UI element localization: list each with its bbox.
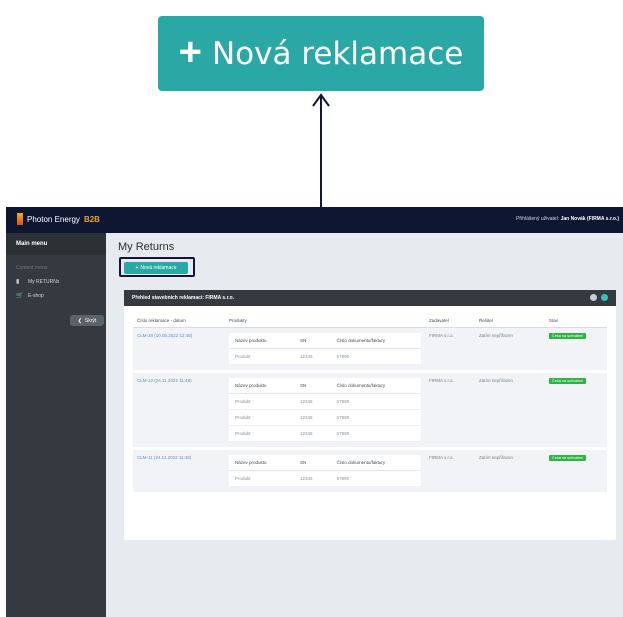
claim-link[interactable]: CLM-12 (24.11.2022 11:48) <box>133 372 225 449</box>
product-name: Produkt <box>229 470 294 487</box>
col-products[interactable]: Produkty <box>225 314 425 328</box>
col-requester[interactable]: Zadavatel <box>425 314 475 328</box>
status-badge: Čeká na schválení <box>549 455 587 461</box>
product-name: Produkt <box>229 425 294 442</box>
col-claim[interactable]: Číslo reklamace - datum <box>133 314 225 328</box>
solver-cell: Zatím nepřiřazen <box>479 455 514 460</box>
product-name: Produkt <box>229 393 294 410</box>
status-badge: Čeká na schválení <box>549 378 587 384</box>
returns-table: Číslo reklamace - datum Produkty Zadavat… <box>133 314 607 495</box>
cart-icon: 🛒 <box>16 293 24 299</box>
col-status[interactable]: Stav <box>545 314 607 328</box>
sidebar-item-label: E-shop <box>28 293 44 299</box>
user-prefix: Přihlášený uživatel: <box>516 216 560 222</box>
sidebar-item-eshop[interactable]: 🛒 E-shop <box>6 289 106 303</box>
new-return-button[interactable]: + Nová reklamace <box>124 262 188 274</box>
claim-link[interactable]: CLM-28 (10.05.2022 12:49) <box>133 328 225 372</box>
product-sn: 12345 <box>294 393 331 410</box>
plus-icon: + <box>178 29 202 74</box>
product-doc: 67890 <box>330 409 421 426</box>
product-name: Produkt <box>229 348 294 365</box>
refresh-card-icon[interactable] <box>601 294 608 301</box>
collapse-label: Skrýt <box>84 317 97 324</box>
plus-icon: + <box>135 265 139 271</box>
requester-cell: FIRMA s.r.o. <box>429 455 454 460</box>
callout-label: Nová reklamace <box>211 35 464 72</box>
user-info: Přihlášený uživatel: Jan Novák (FIRMA s.… <box>516 216 619 222</box>
product-sn: 12345 <box>294 348 331 365</box>
top-bar: Photon Energy B2B Přihlášený uživatel: J… <box>6 207 623 233</box>
status-cell: Čeká na schválení <box>545 449 607 494</box>
products-table: Název produktu SN Číslo dokumentu/faktur… <box>229 455 421 487</box>
product-doc: 67890 <box>330 470 421 487</box>
chevron-left-icon: ❮ <box>77 317 82 324</box>
product-sn: 12345 <box>294 470 331 487</box>
status-cell: Čeká na schválení <box>545 372 607 449</box>
products-table: Název produktu SN Číslo dokumentu/faktur… <box>229 333 421 365</box>
status-badge: Čeká na schválení <box>549 333 587 339</box>
col-product-name: Název produktu <box>229 455 294 471</box>
logo-icon <box>17 213 23 225</box>
product-row: Produkt 12345 67890 <box>229 425 421 442</box>
brand-name: Photon Energy <box>27 214 80 224</box>
products-cell: Název produktu SN Číslo dokumentu/faktur… <box>225 328 425 372</box>
main-menu-heading: Main menu <box>6 233 106 255</box>
card-title: Přehled stavebních reklamací: FIRMA s.r.… <box>132 295 235 301</box>
main-content: My Returns + Nová reklamace Přehled stav… <box>106 233 623 617</box>
solver-cell: Zatím nepřiřazen <box>479 333 514 338</box>
requester-cell: FIRMA s.r.o. <box>429 333 454 338</box>
product-sn: 12345 <box>294 425 331 442</box>
table-row[interactable]: CLM-28 (10.05.2022 12:49) Název produktu… <box>133 327 607 372</box>
card-header: Přehled stavebních reklamací: FIRMA s.r.… <box>124 290 616 306</box>
products-cell: Název produktu SN Číslo dokumentu/faktur… <box>225 449 425 494</box>
product-row: Produkt 12345 67890 <box>229 409 421 426</box>
page-title: My Returns <box>118 241 175 253</box>
col-product-name: Název produktu <box>229 378 294 394</box>
table-row[interactable]: CLM-11 (24.11.2022 11:48) Název produktu… <box>133 448 607 494</box>
requester-cell: FIRMA s.r.o. <box>429 378 454 383</box>
col-doc: Číslo dokumentu/faktury <box>330 378 421 394</box>
sidebar-item-my-returns[interactable]: ▮ My RETURNs <box>6 275 106 289</box>
collapse-card-icon[interactable] <box>590 294 597 301</box>
product-doc: 67890 <box>330 425 421 442</box>
product-doc: 67890 <box>330 393 421 410</box>
col-product-name: Název produktu <box>229 333 294 349</box>
product-row: Produkt 12345 67890 <box>229 348 421 365</box>
app-window: Photon Energy B2B Přihlášený uživatel: J… <box>6 207 623 617</box>
col-sn: SN <box>294 333 331 349</box>
col-doc: Číslo dokumentu/faktury <box>330 333 421 349</box>
sidebar-item-label: My RETURNs <box>28 279 60 285</box>
col-doc: Číslo dokumentu/faktury <box>330 455 421 471</box>
product-row: Produkt 12345 67890 <box>229 393 421 410</box>
collapse-sidebar-button[interactable]: ❮ Skrýt <box>70 315 104 326</box>
returns-card: Přehled stavebních reklamací: FIRMA s.r.… <box>124 290 616 540</box>
claim-link[interactable]: CLM-11 (24.11.2022 11:48) <box>133 449 225 494</box>
brand-suffix: B2B <box>83 214 100 224</box>
product-doc: 67890 <box>330 348 421 365</box>
logo[interactable]: Photon Energy B2B <box>17 213 100 225</box>
product-row: Produkt 12345 67890 <box>229 470 421 487</box>
col-sn: SN <box>294 455 331 471</box>
sidebar-section-label: Content menu <box>16 265 48 271</box>
products-cell: Název produktu SN Číslo dokumentu/faktur… <box>225 372 425 449</box>
col-sn: SN <box>294 378 331 394</box>
products-table: Název produktu SN Číslo dokumentu/faktur… <box>229 378 421 442</box>
product-name: Produkt <box>229 409 294 426</box>
status-cell: Čeká na schválení <box>545 328 607 372</box>
col-solver[interactable]: Řešitel <box>475 314 545 328</box>
table-row[interactable]: CLM-12 (24.11.2022 11:48) Název produktu… <box>133 371 607 449</box>
user-name[interactable]: Jan Novák (FIRMA s.r.o.) <box>561 216 619 222</box>
new-return-label: Nová reklamace <box>140 265 177 271</box>
file-icon: ▮ <box>16 279 20 285</box>
product-sn: 12345 <box>294 409 331 426</box>
sidebar: Main menu Content menu ▮ My RETURNs 🛒 E-… <box>6 233 106 617</box>
new-return-callout: + Nová reklamace <box>158 16 484 91</box>
solver-cell: Zatím nepřiřazen <box>479 378 514 383</box>
